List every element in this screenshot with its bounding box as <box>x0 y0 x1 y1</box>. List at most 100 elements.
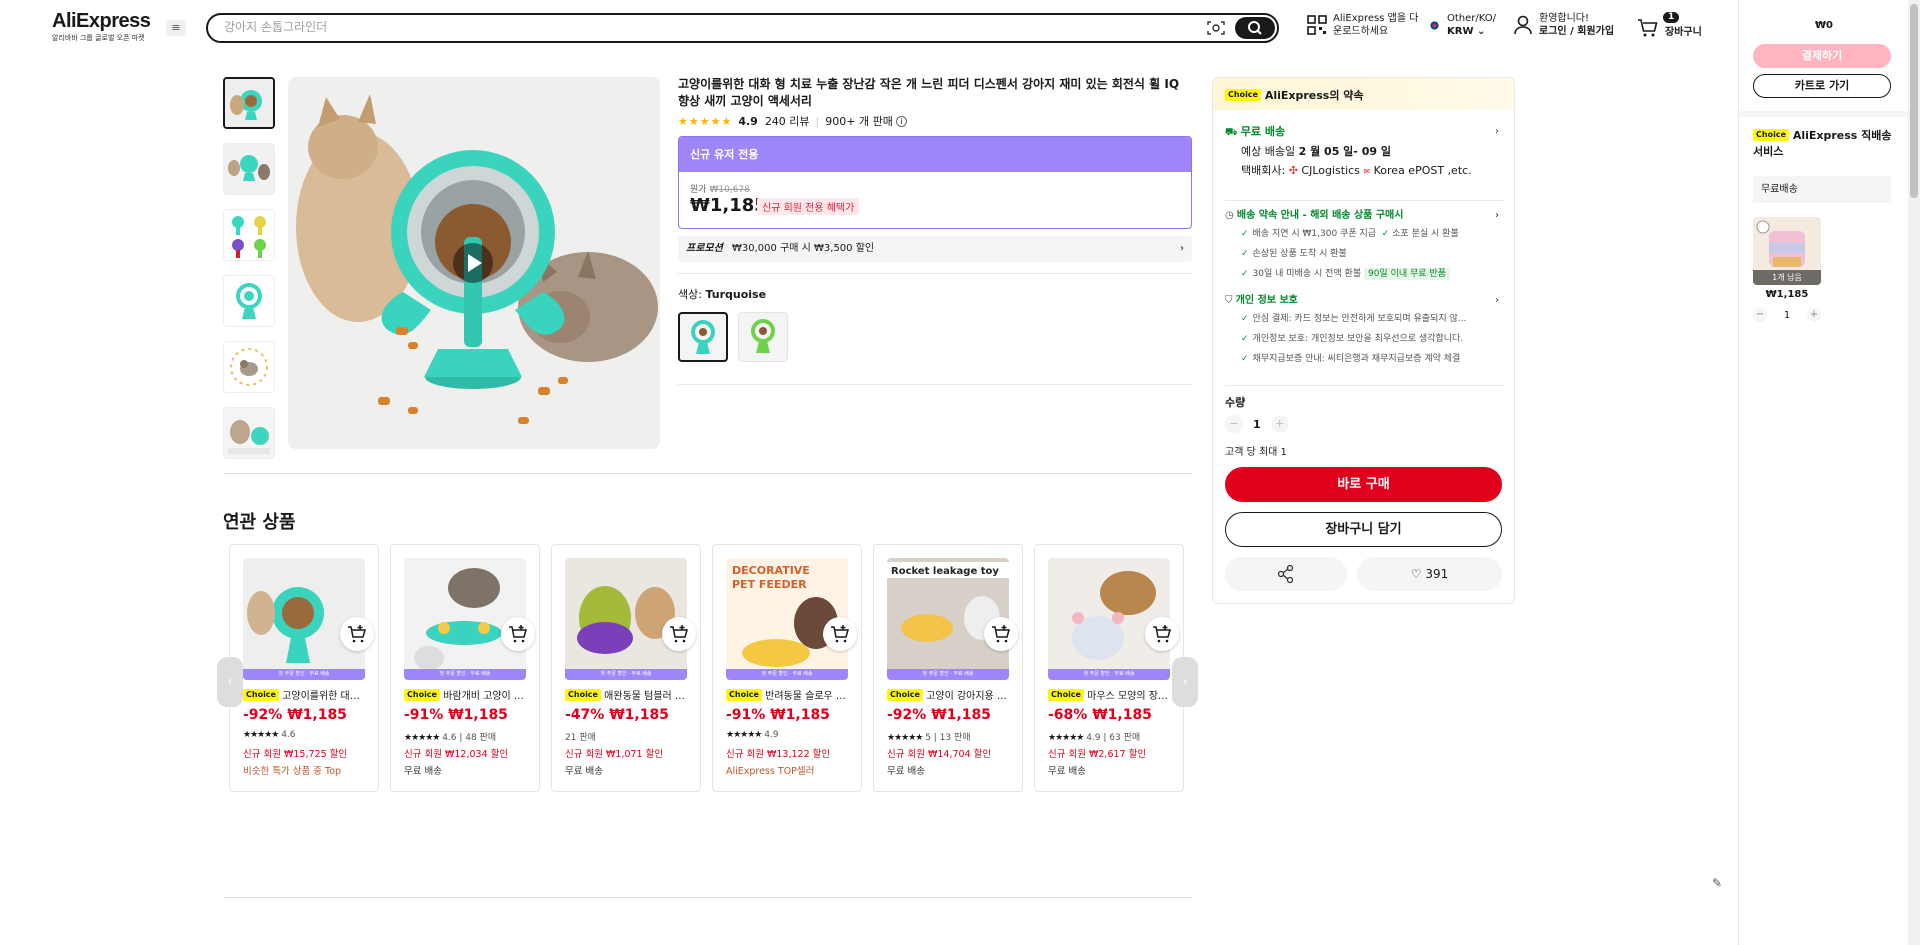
related-product-rating: ★★★★★ 5 | 13 판매 <box>887 733 971 743</box>
rating-stars: ★★★★★ <box>243 730 279 740</box>
quantity-value[interactable]: 1 <box>1253 418 1261 431</box>
promotion-row[interactable]: 프로모션 ₩30,000 구매 시 ₩3,500 할인 › <box>678 236 1192 262</box>
related-product-note: 무료 배송 <box>565 766 603 777</box>
decrease-button[interactable]: − <box>1753 308 1767 322</box>
original-price: 원가 ₩10,678 <box>690 185 750 195</box>
quantity-limit: 고객 당 최대 1 <box>1225 447 1287 458</box>
feedback-edit-icon[interactable]: ✎ <box>1712 876 1728 892</box>
thumbnail[interactable] <box>223 77 275 129</box>
svg-text:Rocket leakage toy: Rocket leakage toy <box>891 566 999 577</box>
thumbnail[interactable] <box>223 275 275 327</box>
main-product-image[interactable] <box>288 77 660 449</box>
related-product-title: Choice 고양이 강아지용 누출 장난감 <box>887 687 1012 702</box>
new-member-discount: 신규 회원 ₩2,617 할인 <box>1048 749 1147 760</box>
go-to-cart-button[interactable]: 카트로 가기 <box>1753 74 1891 98</box>
free-shipping-label: 무료배송 <box>1753 176 1891 203</box>
related-product-card[interactable]: 첫 주문 할인 · 무료 배송 Choice 고양이를위한 대화 형 치료 -92%… <box>229 544 379 792</box>
wishlist-button[interactable]: ♡ 391 <box>1357 557 1502 591</box>
locale-selector[interactable]: Other/KO/KRW ⌄ <box>1428 12 1496 38</box>
menu-icon[interactable]: ≡ <box>166 20 186 36</box>
mini-cart-panel: ₩0 결제하기 카트로 가기 Choice AliExpress 직배송 서비스… <box>1738 0 1920 945</box>
promo-strip: 첫 주문 할인 · 무료 배송 <box>565 669 687 680</box>
divider <box>1739 111 1920 117</box>
clock-icon: ◷ <box>1225 210 1234 221</box>
privacy-item: 안심 결제: 카드 정보는 안전하게 보호되며 유출되지 않... <box>1225 309 1505 329</box>
increase-button[interactable]: + <box>1270 415 1289 433</box>
add-to-cart-icon[interactable] <box>340 617 374 651</box>
related-product-card[interactable]: 첫 주문 할인 · 무료 배송 Choice 마우스 모양의 장난감 -68% ₩1… <box>1034 544 1184 792</box>
new-member-discount: 신규 회원 ₩12,034 할인 <box>404 749 509 760</box>
account-menu[interactable]: 환영합니다! 로그인 / 회원가입 <box>1513 12 1614 38</box>
image-search-icon[interactable] <box>1207 20 1225 36</box>
stock-remaining: 1개 남음 <box>1753 270 1821 285</box>
search-button[interactable] <box>1235 17 1275 39</box>
cart-item-image[interactable]: 1개 남음 <box>1753 217 1821 285</box>
choice-promise-header[interactable]: Choice AliExpress의 약속 <box>1213 78 1514 110</box>
korea-flag-icon <box>1428 18 1441 32</box>
review-count[interactable]: 240 리뷰 <box>765 113 810 129</box>
scrollbar-thumb[interactable] <box>1910 4 1918 198</box>
related-product-card[interactable]: 첫 주문 할인 · 무료 배송 Choice 바람개비 고양이 장난감 -91% ₩… <box>390 544 540 792</box>
add-to-cart-icon[interactable] <box>984 617 1018 651</box>
add-to-cart-button[interactable]: 장바구니 담기 <box>1225 512 1502 547</box>
buy-now-button[interactable]: 바로 구매 <box>1225 467 1502 502</box>
cart-label: 장바구니 <box>1665 27 1702 38</box>
promotion-text: ₩30,000 구매 시 ₩3,500 할인 <box>732 243 875 254</box>
related-product-rating: ★★★★★ 4.6 <box>243 730 296 740</box>
color-swatch-green[interactable] <box>738 312 788 362</box>
product-title: 고양이를위한 대화 형 치료 누출 장난감 작은 개 느린 피더 디스펜서 강아… <box>678 77 1180 108</box>
cart-total: ₩0 <box>1815 20 1833 31</box>
app-download[interactable]: AliExpress 앱을 다운로드하세요 <box>1307 12 1418 38</box>
free-shipping-label: 무료 배송 <box>1240 125 1286 138</box>
rating-row: ★★★★★ 4.9 240 리뷰 | 900+ 개 판매 i <box>678 113 907 129</box>
related-product-card[interactable]: Rocket leakage toy 첫 주문 할인 · 무료 배송 Choice … <box>873 544 1023 792</box>
add-to-cart-icon[interactable] <box>501 617 535 651</box>
thumbnail[interactable] <box>223 143 275 195</box>
new-member-discount: 신규 회원 ₩13,122 할인 <box>726 749 831 760</box>
related-product-price: -91% ₩1,185 <box>404 707 508 723</box>
aliexpress-logo[interactable]: AliExpress 알리바바 그룹 글로벌 오픈 마켓 <box>52 10 151 43</box>
privacy-item: 개인정보 보호: 개인정보 보안을 최우선으로 생각합니다. <box>1225 329 1505 349</box>
related-product-price: -68% ₩1,185 <box>1048 707 1152 723</box>
app-line1: AliExpress 앱을 다 <box>1333 13 1419 24</box>
cart-item-qty[interactable]: 1 <box>1784 310 1790 321</box>
new-member-discount: 신규 회원 ₩1,071 할인 <box>565 749 664 760</box>
divider <box>223 897 1193 898</box>
search-bar <box>206 13 1279 43</box>
info-icon[interactable]: i <box>895 115 907 127</box>
carousel-prev-button[interactable]: ‹ <box>217 657 243 707</box>
add-to-cart-icon[interactable] <box>1145 617 1179 651</box>
color-swatch-turquoise[interactable] <box>678 312 728 362</box>
related-product-card[interactable]: 첫 주문 할인 · 무료 배송 Choice 애완동물 텀블러 장난감 -47% ₩… <box>551 544 701 792</box>
related-product-price: -47% ₩1,185 <box>565 707 669 723</box>
related-product-note: 무료 배송 <box>404 766 442 777</box>
thumbnail[interactable] <box>223 341 275 393</box>
rating-stars: ★★★★★ <box>678 114 733 128</box>
share-button[interactable] <box>1225 557 1347 591</box>
privacy-section[interactable]: ⛉ 개인 정보 보호 › 안심 결제: 카드 정보는 안전하게 보호되며 유출되지… <box>1225 293 1505 369</box>
related-products-title: 연관 상품 <box>223 512 296 533</box>
add-to-cart-icon[interactable] <box>662 617 696 651</box>
checkout-button[interactable]: 결제하기 <box>1753 44 1891 68</box>
increase-button[interactable]: + <box>1807 308 1821 322</box>
add-to-cart-icon[interactable] <box>823 617 857 651</box>
guarantee-title: 배송 약속 안내 - 해외 배송 상품 구매시 <box>1236 210 1404 221</box>
shipping-section[interactable]: ⛟ 무료 배송 › 예상 배송일 2 월 05 일- 09 일 택배회사: ✣ C… <box>1225 124 1505 180</box>
guarantee-item: 배송 지연 시 ₩1,300 쿠폰 지급 ✓ 소포 분실 시 환불 <box>1225 224 1505 244</box>
thumbnail[interactable] <box>223 209 275 261</box>
free-return-tag: 90일 이내 무료 반품 <box>1363 268 1450 280</box>
thumbnail[interactable] <box>223 407 275 459</box>
chevron-down-icon: ⌄ <box>1476 26 1486 37</box>
login-signup-link[interactable]: 로그인 / 회원가입 <box>1539 25 1614 38</box>
decrease-button[interactable]: − <box>1225 415 1243 433</box>
carousel-next-button[interactable]: › <box>1172 657 1198 707</box>
delivery-guarantee-section[interactable]: ◷ 배송 약속 안내 - 해외 배송 상품 구매시 › 배송 지연 시 ₩1,30… <box>1225 208 1505 284</box>
related-product-note: 무료 배송 <box>1048 766 1086 777</box>
related-product-card[interactable]: DECORATIVE PET FEEDER 첫 주문 할인 · 무료 배송 Choic… <box>712 544 862 792</box>
divider <box>678 273 1192 274</box>
app-line2: 운로드하세요 <box>1333 26 1389 37</box>
scrollbar[interactable] <box>1908 0 1920 945</box>
related-product-rating: 21 판매 <box>565 733 596 743</box>
search-input[interactable] <box>224 20 1164 34</box>
play-video-button[interactable] <box>453 243 493 283</box>
